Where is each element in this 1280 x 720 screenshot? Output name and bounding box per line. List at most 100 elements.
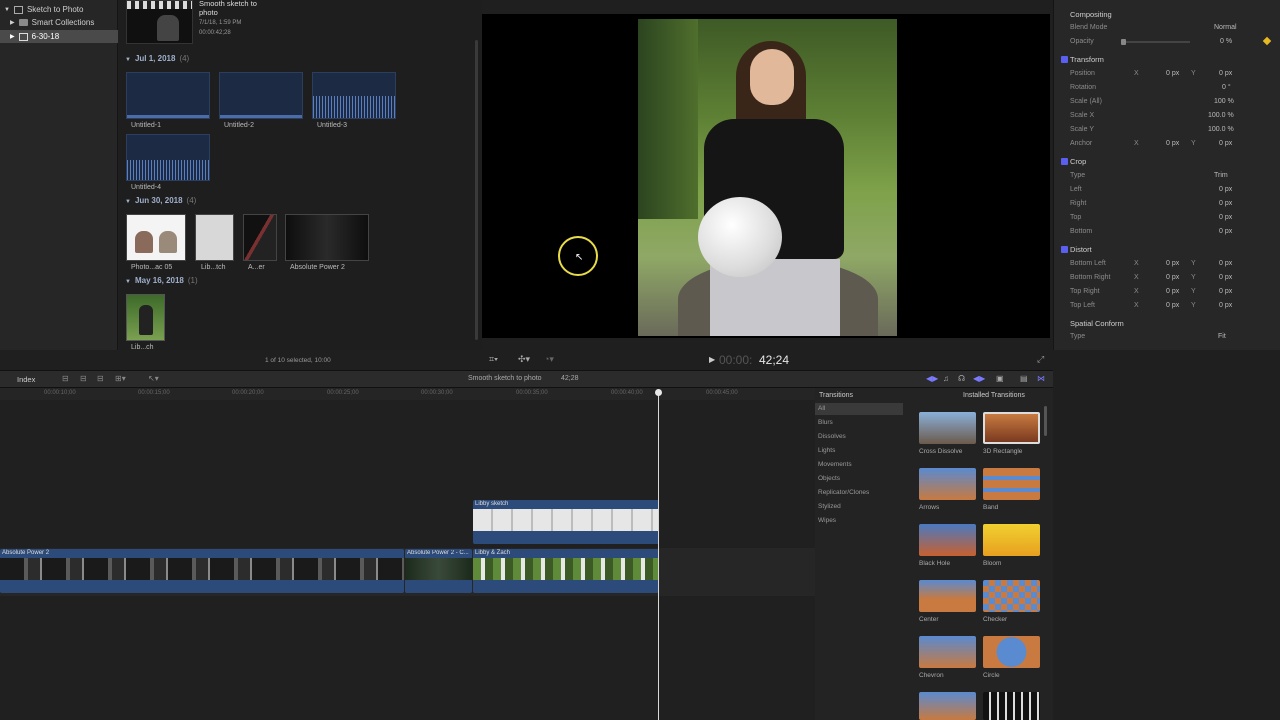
clip-photo-ac-05[interactable] — [126, 214, 186, 261]
distort-value[interactable]: 0 px — [1166, 288, 1179, 295]
timeline-ruler[interactable]: 00:00:10;00 00:00:15;00 00:00:20;00 00:0… — [0, 388, 815, 400]
distort-value[interactable]: 0 px — [1219, 288, 1232, 295]
transition-black-hole[interactable] — [919, 524, 976, 556]
clip-a-er[interactable] — [243, 214, 277, 261]
clip-absolute-power-2[interactable] — [285, 214, 369, 261]
category-dissolves[interactable]: Dissolves — [818, 433, 846, 440]
playhead[interactable] — [658, 392, 659, 720]
skimming-icon[interactable]: ◀▶ — [926, 374, 938, 383]
connect-clip-icon[interactable]: ⊟ — [62, 374, 69, 383]
disclosure-triangle-icon[interactable]: ▼ — [125, 279, 131, 285]
playhead-handle[interactable] — [655, 389, 662, 396]
transform-tool-icon[interactable]: ✣▾ — [518, 354, 530, 365]
scale-y-value[interactable]: 100.0 % — [1208, 126, 1234, 133]
audio-clip-untitled-4[interactable] — [126, 134, 210, 181]
viewer-timecode[interactable]: 42;24 — [759, 353, 789, 367]
overwrite-clip-icon[interactable]: ⊞▾ — [115, 374, 126, 383]
library-item-sketch-to-photo[interactable]: ▼ Sketch to Photo — [0, 3, 118, 16]
category-stylized[interactable]: Stylized — [818, 503, 841, 510]
slider-knob[interactable] — [1121, 39, 1126, 45]
browser-scrollbar[interactable] — [475, 40, 478, 340]
opacity-value[interactable]: 0 % — [1220, 38, 1232, 45]
snapping-icon[interactable]: ◀▶ — [973, 374, 985, 383]
clip-libby-sketch[interactable] — [195, 214, 234, 261]
position-y-value[interactable]: 0 px — [1219, 70, 1232, 77]
anchor-x-value[interactable]: 0 px — [1166, 140, 1179, 147]
transition-circle[interactable] — [983, 636, 1040, 668]
play-button-icon[interactable]: ▶ — [709, 355, 715, 364]
anchor-y-value[interactable]: 0 px — [1219, 140, 1232, 147]
transition-bloom[interactable] — [983, 524, 1040, 556]
crop-bottom-value[interactable]: 0 px — [1219, 228, 1232, 235]
distort-value[interactable]: 0 px — [1219, 260, 1232, 267]
transitions-scrollbar[interactable] — [1044, 406, 1047, 436]
section-distort[interactable]: Distort — [1070, 245, 1092, 254]
transition-thumbnail[interactable] — [983, 692, 1040, 720]
disclosure-triangle-icon[interactable]: ▼ — [125, 199, 131, 205]
transition-center[interactable] — [919, 580, 976, 612]
insert-clip-icon[interactable]: ⊟ — [80, 374, 87, 383]
crop-left-value[interactable]: 0 px — [1219, 186, 1232, 193]
disclosure-triangle-icon[interactable]: ▼ — [125, 57, 131, 63]
timeline-clip-libby-sketch[interactable]: Libby sketch — [473, 500, 659, 544]
audio-clip-untitled-1[interactable] — [126, 72, 210, 119]
distort-value[interactable]: 0 px — [1166, 260, 1179, 267]
transition-band[interactable] — [983, 468, 1040, 500]
distort-value[interactable]: 0 px — [1219, 274, 1232, 281]
select-tool-icon[interactable]: ↖▾ — [148, 374, 159, 383]
category-objects[interactable]: Objects — [818, 475, 840, 482]
crop-type-popup[interactable]: Trim — [1214, 172, 1228, 179]
date-group-jul-1[interactable]: ▼ Jul 1, 2018 (4) — [125, 54, 189, 63]
disclosure-triangle-icon[interactable]: ▼ — [4, 7, 10, 13]
section-transform[interactable]: Transform — [1070, 55, 1104, 64]
transition-cross-dissolve[interactable] — [919, 412, 976, 444]
category-all[interactable]: All — [818, 405, 825, 412]
category-movements[interactable]: Movements — [818, 461, 852, 468]
library-item-smart-collections[interactable]: ▶ Smart Collections — [0, 16, 118, 29]
fullscreen-icon[interactable]: ⤢ — [1037, 354, 1044, 365]
section-crop[interactable]: Crop — [1070, 157, 1086, 166]
crop-tool-icon[interactable]: ⌗▾ — [489, 354, 498, 365]
date-group-jun-30[interactable]: ▼ Jun 30, 2018 (4) — [125, 196, 196, 205]
keyframe-icon[interactable] — [1262, 36, 1272, 46]
clip-libby-photo[interactable] — [126, 294, 165, 341]
distort-value[interactable]: 0 px — [1166, 302, 1179, 309]
category-lights[interactable]: Lights — [818, 447, 835, 454]
transition-chevron[interactable] — [919, 636, 976, 668]
installed-transitions-popup[interactable]: Installed Transitions — [963, 392, 1025, 399]
date-group-may-16[interactable]: ▼ May 16, 2018 (1) — [125, 276, 198, 285]
audio-clip-untitled-3[interactable] — [312, 72, 396, 119]
distort-value[interactable]: 0 px — [1166, 274, 1179, 281]
category-wipes[interactable]: Wipes — [818, 517, 836, 524]
disclosure-triangle-icon[interactable]: ▶ — [10, 33, 15, 40]
transition-thumbnail[interactable] — [919, 692, 976, 720]
crop-checkbox[interactable] — [1061, 158, 1068, 165]
audio-skimming-icon[interactable]: ♫ — [943, 374, 949, 383]
spatial-type-popup[interactable]: Fit — [1218, 333, 1226, 340]
section-spatial-conform[interactable]: Spatial Conform — [1070, 319, 1124, 328]
position-x-value[interactable]: 0 px — [1166, 70, 1179, 77]
append-clip-icon[interactable]: ⊟ — [97, 374, 104, 383]
category-replicator-clones[interactable]: Replicator/Clones — [818, 489, 869, 496]
category-blurs[interactable]: Blurs — [818, 419, 833, 426]
transitions-browser-icon[interactable]: ⋈ — [1037, 374, 1045, 383]
effects-browser-icon[interactable]: ▣ — [996, 374, 1004, 383]
disclosure-triangle-icon[interactable]: ▶ — [10, 19, 15, 26]
distort-value[interactable]: 0 px — [1219, 302, 1232, 309]
rotation-value[interactable]: 0 ° — [1222, 84, 1231, 91]
blend-mode-popup[interactable]: Normal — [1214, 24, 1237, 31]
library-item-event-6-30-18[interactable]: ▶ 6-30-18 — [0, 30, 118, 43]
crop-top-value[interactable]: 0 px — [1219, 214, 1232, 221]
audio-clip-untitled-2[interactable] — [219, 72, 303, 119]
timeline-clip-libby-zach[interactable]: Libby & Zach — [473, 549, 659, 593]
timeline-clip-absolute-power-2-c[interactable]: Absolute Power 2 - C... — [405, 549, 472, 593]
photos-audio-icon[interactable]: ▤ — [1020, 374, 1028, 383]
section-compositing[interactable]: Compositing — [1070, 10, 1112, 19]
transition-3d-rectangle[interactable] — [983, 412, 1040, 444]
clip-thumbnail-smooth-sketch[interactable] — [126, 0, 193, 44]
scale-x-value[interactable]: 100.0 % — [1208, 112, 1234, 119]
distort-checkbox[interactable] — [1061, 246, 1068, 253]
timeline-clip-absolute-power-2[interactable]: Absolute Power 2 — [0, 549, 404, 593]
transition-arrows[interactable] — [919, 468, 976, 500]
timeline-index-button[interactable]: Index — [17, 375, 35, 384]
